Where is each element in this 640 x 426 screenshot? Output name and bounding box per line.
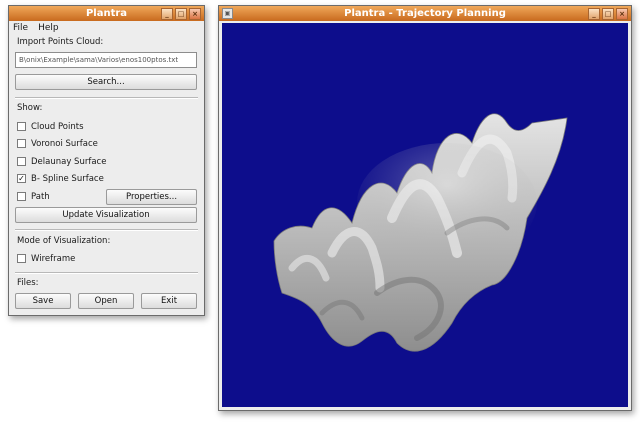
search-button[interactable]: Search... [15, 74, 197, 90]
path-input[interactable]: B\onix\Example\sama\Varios\enos100ptos.t… [15, 52, 197, 68]
minimize-icon[interactable]: _ [161, 8, 173, 20]
app-icon: ▣ [222, 8, 233, 19]
checkbox-delaunay-surface[interactable]: Delaunay Surface [17, 155, 106, 168]
checkbox-box[interactable] [17, 254, 26, 263]
window-title: Plantra - Trajectory Planning [344, 8, 506, 19]
show-label: Show: [17, 103, 43, 113]
checkbox-bspline-surface[interactable]: ✓ B- Spline Surface [17, 172, 104, 185]
menubar: File Help [9, 21, 204, 35]
checkbox-cloud-points[interactable]: Cloud Points [17, 120, 84, 133]
visualization-window: ▣ Plantra - Trajectory Planning _ □ × [218, 5, 632, 411]
files-label: Files: [17, 278, 39, 288]
checkbox-label: B- Spline Surface [31, 173, 104, 184]
checkbox-box[interactable] [17, 157, 26, 166]
checkbox-wireframe[interactable]: Wireframe [17, 252, 75, 265]
open-button[interactable]: Open [78, 293, 134, 309]
menu-file[interactable]: File [13, 21, 28, 35]
maximize-icon[interactable]: □ [602, 8, 614, 20]
properties-button[interactable]: Properties... [106, 189, 197, 205]
control-titlebar[interactable]: Plantra _ □ × [9, 6, 204, 21]
mode-label: Mode of Visualization: [17, 236, 111, 246]
surface-highlight [357, 143, 537, 263]
save-button[interactable]: Save [15, 293, 71, 309]
import-label: Import Points Cloud: [17, 37, 104, 47]
divider [15, 97, 198, 99]
divider [15, 272, 198, 274]
divider [15, 229, 198, 231]
checkbox-path[interactable]: Path [17, 190, 50, 203]
close-icon[interactable]: × [616, 8, 628, 20]
checkbox-voronoi-surface[interactable]: Voronoi Surface [17, 137, 98, 150]
checkbox-box[interactable] [17, 139, 26, 148]
3d-canvas[interactable] [222, 23, 628, 407]
checkbox-label: Wireframe [31, 253, 76, 264]
update-visualization-button[interactable]: Update Visualization [15, 207, 197, 223]
maximize-icon[interactable]: □ [175, 8, 187, 20]
viz-titlebar[interactable]: ▣ Plantra - Trajectory Planning _ □ × [219, 6, 631, 21]
checkbox-box[interactable] [17, 192, 26, 201]
exit-button[interactable]: Exit [141, 293, 197, 309]
minimize-icon[interactable]: _ [588, 8, 600, 20]
checkbox-box[interactable] [17, 122, 26, 131]
checkbox-label: Voronoi Surface [31, 138, 98, 149]
checkbox-label: Delaunay Surface [31, 156, 107, 167]
checkbox-label: Cloud Points [31, 121, 84, 132]
bspline-surface-render [273, 113, 568, 352]
window-title: Plantra [85, 8, 128, 19]
checkbox-box[interactable]: ✓ [17, 174, 26, 183]
close-icon[interactable]: × [189, 8, 201, 20]
checkbox-label: Path [31, 191, 50, 202]
menu-help[interactable]: Help [38, 21, 59, 35]
control-window: Plantra _ □ × File Help Import Points Cl… [8, 5, 205, 316]
